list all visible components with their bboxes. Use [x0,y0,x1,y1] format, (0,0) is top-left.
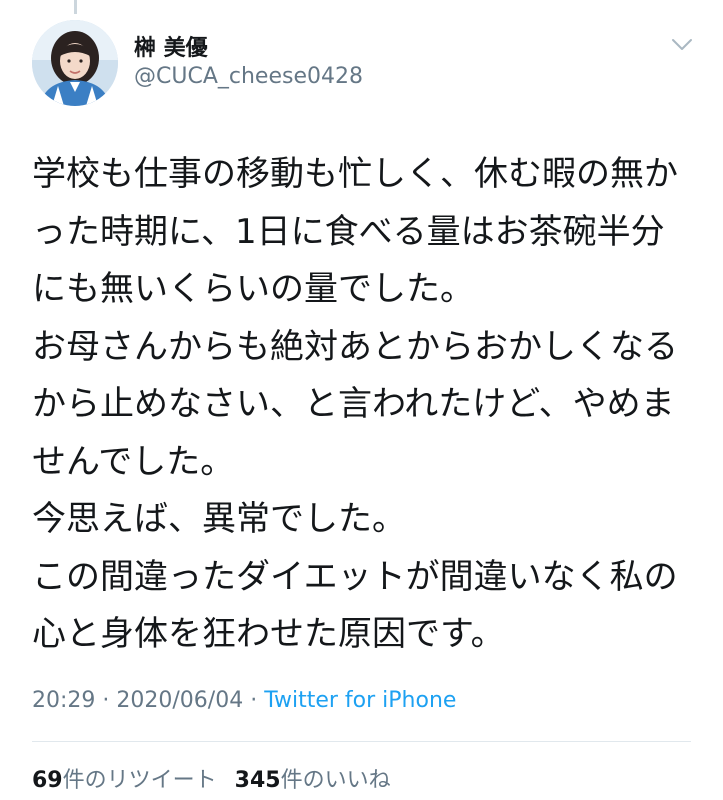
like-count: 345 [234,768,281,793]
divider [32,741,691,742]
like-label: 件のいいね [280,768,391,793]
tweet-meta: 20:29 · 2020/06/04 · Twitter for iPhone [32,688,456,713]
tweet-date: 2020/06/04 [116,688,244,713]
meta-separator: · [243,688,265,713]
retweet-count: 69 [32,768,63,793]
tweet-source-link[interactable]: Twitter for iPhone [264,688,456,713]
retweet-label: 件のリツイート [62,768,217,793]
author-handle[interactable]: @CUCA_cheese0428 [134,64,363,89]
tweet-stats: 69件のリツイート 345件のいいね [32,762,391,794]
meta-separator: · [95,688,117,713]
tweet-time: 20:29 [32,688,96,713]
avatar[interactable] [32,20,118,106]
thread-connector-line [74,0,77,14]
author-display-name[interactable]: 榊 美優 [134,30,208,62]
retweet-stat[interactable]: 69件のリツイート [32,768,217,793]
tweet-text: 学校も仕事の移動も忙しく、休む暇の無かった時期に、1日に食べる量はお茶碗半分にも… [32,154,678,654]
profile-photo-icon [32,20,118,106]
chevron-down-icon[interactable] [671,38,693,52]
like-stat[interactable]: 345件のいいね [235,768,391,793]
tweet-header: 榊 美優 @CUCA_cheese0428 [32,20,699,110]
